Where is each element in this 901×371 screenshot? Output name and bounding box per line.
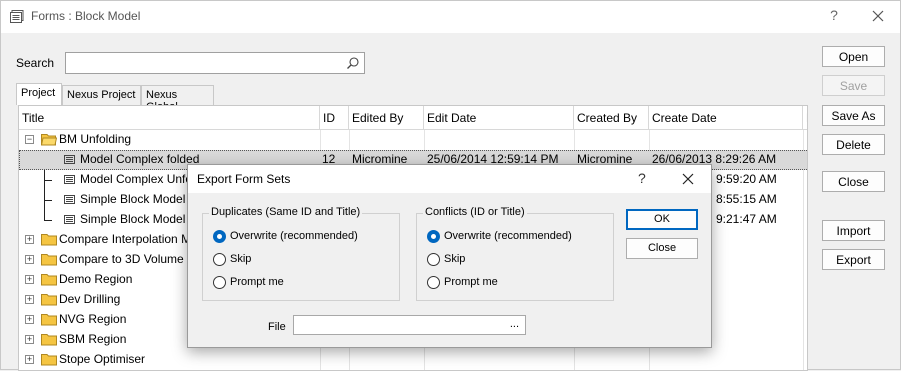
row-title: Stope Optimiser	[59, 352, 146, 366]
radio-label: Skip	[230, 253, 252, 265]
row-create-date: 9:21:47 AM	[716, 212, 777, 226]
folder-icon	[41, 294, 57, 306]
dialog-title: Export Form Sets	[197, 172, 291, 186]
dialog-title-bar: Export Form Sets ?	[188, 165, 711, 193]
radio-label: Overwrite (recommended)	[230, 230, 358, 242]
file-input[interactable]: ...	[293, 315, 526, 335]
row-title: NVG Region	[59, 312, 127, 326]
save-as-button[interactable]: Save As	[822, 105, 885, 126]
radio-selected-icon	[213, 230, 226, 243]
row-title: Compare to 3D Volume	[59, 252, 184, 266]
radio-label: Prompt me	[230, 276, 284, 288]
radio-label: Skip	[444, 253, 466, 265]
delete-button[interactable]: Delete	[822, 134, 885, 155]
dialog-help-button[interactable]: ?	[638, 170, 646, 186]
dialog-close-icon[interactable]	[680, 171, 696, 187]
grid-header: Title ID Edited By Edit Date Created By …	[19, 106, 807, 130]
duplicates-group-label: Duplicates (Same ID and Title)	[209, 206, 363, 218]
radio-icon	[427, 253, 440, 266]
search-label: Search	[16, 56, 55, 70]
title-bar: Forms : Block Model ?	[1, 1, 900, 33]
folder-icon	[41, 254, 57, 266]
tree-row-folder[interactable]: + Stope Optimiser	[19, 350, 807, 370]
tab-project[interactable]: Project	[16, 83, 62, 105]
close-icon[interactable]	[869, 7, 887, 25]
row-create-date: 8:55:15 AM	[716, 192, 777, 206]
column-header-id[interactable]: ID	[320, 106, 349, 130]
row-create-date: 9:59:20 AM	[716, 172, 777, 186]
search-input[interactable]	[65, 52, 365, 74]
form-icon	[64, 175, 75, 184]
folder-icon	[41, 234, 57, 246]
radio-label: Prompt me	[444, 276, 498, 288]
form-icon	[64, 215, 75, 224]
duplicates-group: Duplicates (Same ID and Title) Overwrite…	[202, 206, 400, 301]
browse-button[interactable]: ...	[510, 318, 519, 330]
folder-icon	[41, 334, 57, 346]
form-icon	[64, 155, 75, 164]
import-button[interactable]: Import	[822, 220, 885, 241]
radio-icon	[213, 253, 226, 266]
radio-label: Overwrite (recommended)	[444, 230, 572, 242]
form-icon	[64, 195, 75, 204]
conflicts-group: Conflicts (ID or Title) Overwrite (recom…	[416, 206, 614, 301]
radio-selected-icon	[427, 230, 440, 243]
folder-icon	[41, 314, 57, 326]
close-button[interactable]: Close	[822, 171, 885, 192]
column-header-edited-by[interactable]: Edited By	[349, 106, 424, 130]
row-title: Compare Interpolation M	[59, 232, 192, 246]
radio-icon	[427, 276, 440, 289]
expand-icon[interactable]: +	[25, 335, 34, 344]
column-header-create-date[interactable]: Create Date	[649, 106, 803, 130]
expand-icon[interactable]: +	[25, 355, 34, 364]
row-title: Simple Block Model	[80, 192, 186, 206]
tab-nexus-project-label: Nexus Project	[67, 89, 136, 101]
radio-icon	[213, 276, 226, 289]
file-label: File	[268, 321, 286, 333]
expand-icon[interactable]: +	[25, 235, 34, 244]
column-header-created-by[interactable]: Created By	[574, 106, 649, 130]
folder-icon	[41, 354, 57, 366]
save-button[interactable]: Save	[822, 75, 885, 96]
column-header-title[interactable]: Title	[19, 106, 320, 130]
search-icon[interactable]	[346, 56, 360, 70]
folder-open-icon	[41, 134, 57, 146]
tab-project-label: Project	[21, 87, 56, 99]
open-button[interactable]: Open	[822, 46, 885, 67]
row-title: Simple Block Model	[80, 212, 186, 226]
dialog-close-button[interactable]: Close	[626, 238, 698, 259]
tree-row-folder[interactable]: − BM Unfolding	[19, 130, 807, 150]
row-title: Model Complex folded	[80, 152, 200, 166]
tab-nexus-project[interactable]: Nexus Project	[62, 85, 141, 105]
ok-button[interactable]: OK	[626, 209, 698, 230]
collapse-icon[interactable]: −	[25, 135, 34, 144]
export-button[interactable]: Export	[822, 249, 885, 270]
row-title: SBM Region	[59, 332, 127, 346]
row-title: Model Complex Unfo	[80, 172, 193, 186]
row-title: BM Unfolding	[59, 132, 132, 146]
window-title: Forms : Block Model	[31, 9, 141, 23]
row-title: Dev Drilling	[59, 292, 121, 306]
expand-icon[interactable]: +	[25, 255, 34, 264]
column-header-more[interactable]: M	[803, 106, 807, 130]
help-button[interactable]: ?	[827, 7, 841, 23]
conflicts-group-label: Conflicts (ID or Title)	[423, 206, 527, 218]
expand-icon[interactable]: +	[25, 315, 34, 324]
expand-icon[interactable]: +	[25, 295, 34, 304]
folder-icon	[41, 274, 57, 286]
forms-app-icon	[10, 10, 24, 23]
tab-nexus-global[interactable]: Nexus Global	[141, 85, 214, 113]
column-header-edit-date[interactable]: Edit Date	[424, 106, 574, 130]
expand-icon[interactable]: +	[25, 275, 34, 284]
export-form-sets-dialog: Export Form Sets ? Duplicates (Same ID a…	[187, 164, 712, 348]
row-title: Demo Region	[59, 272, 133, 286]
